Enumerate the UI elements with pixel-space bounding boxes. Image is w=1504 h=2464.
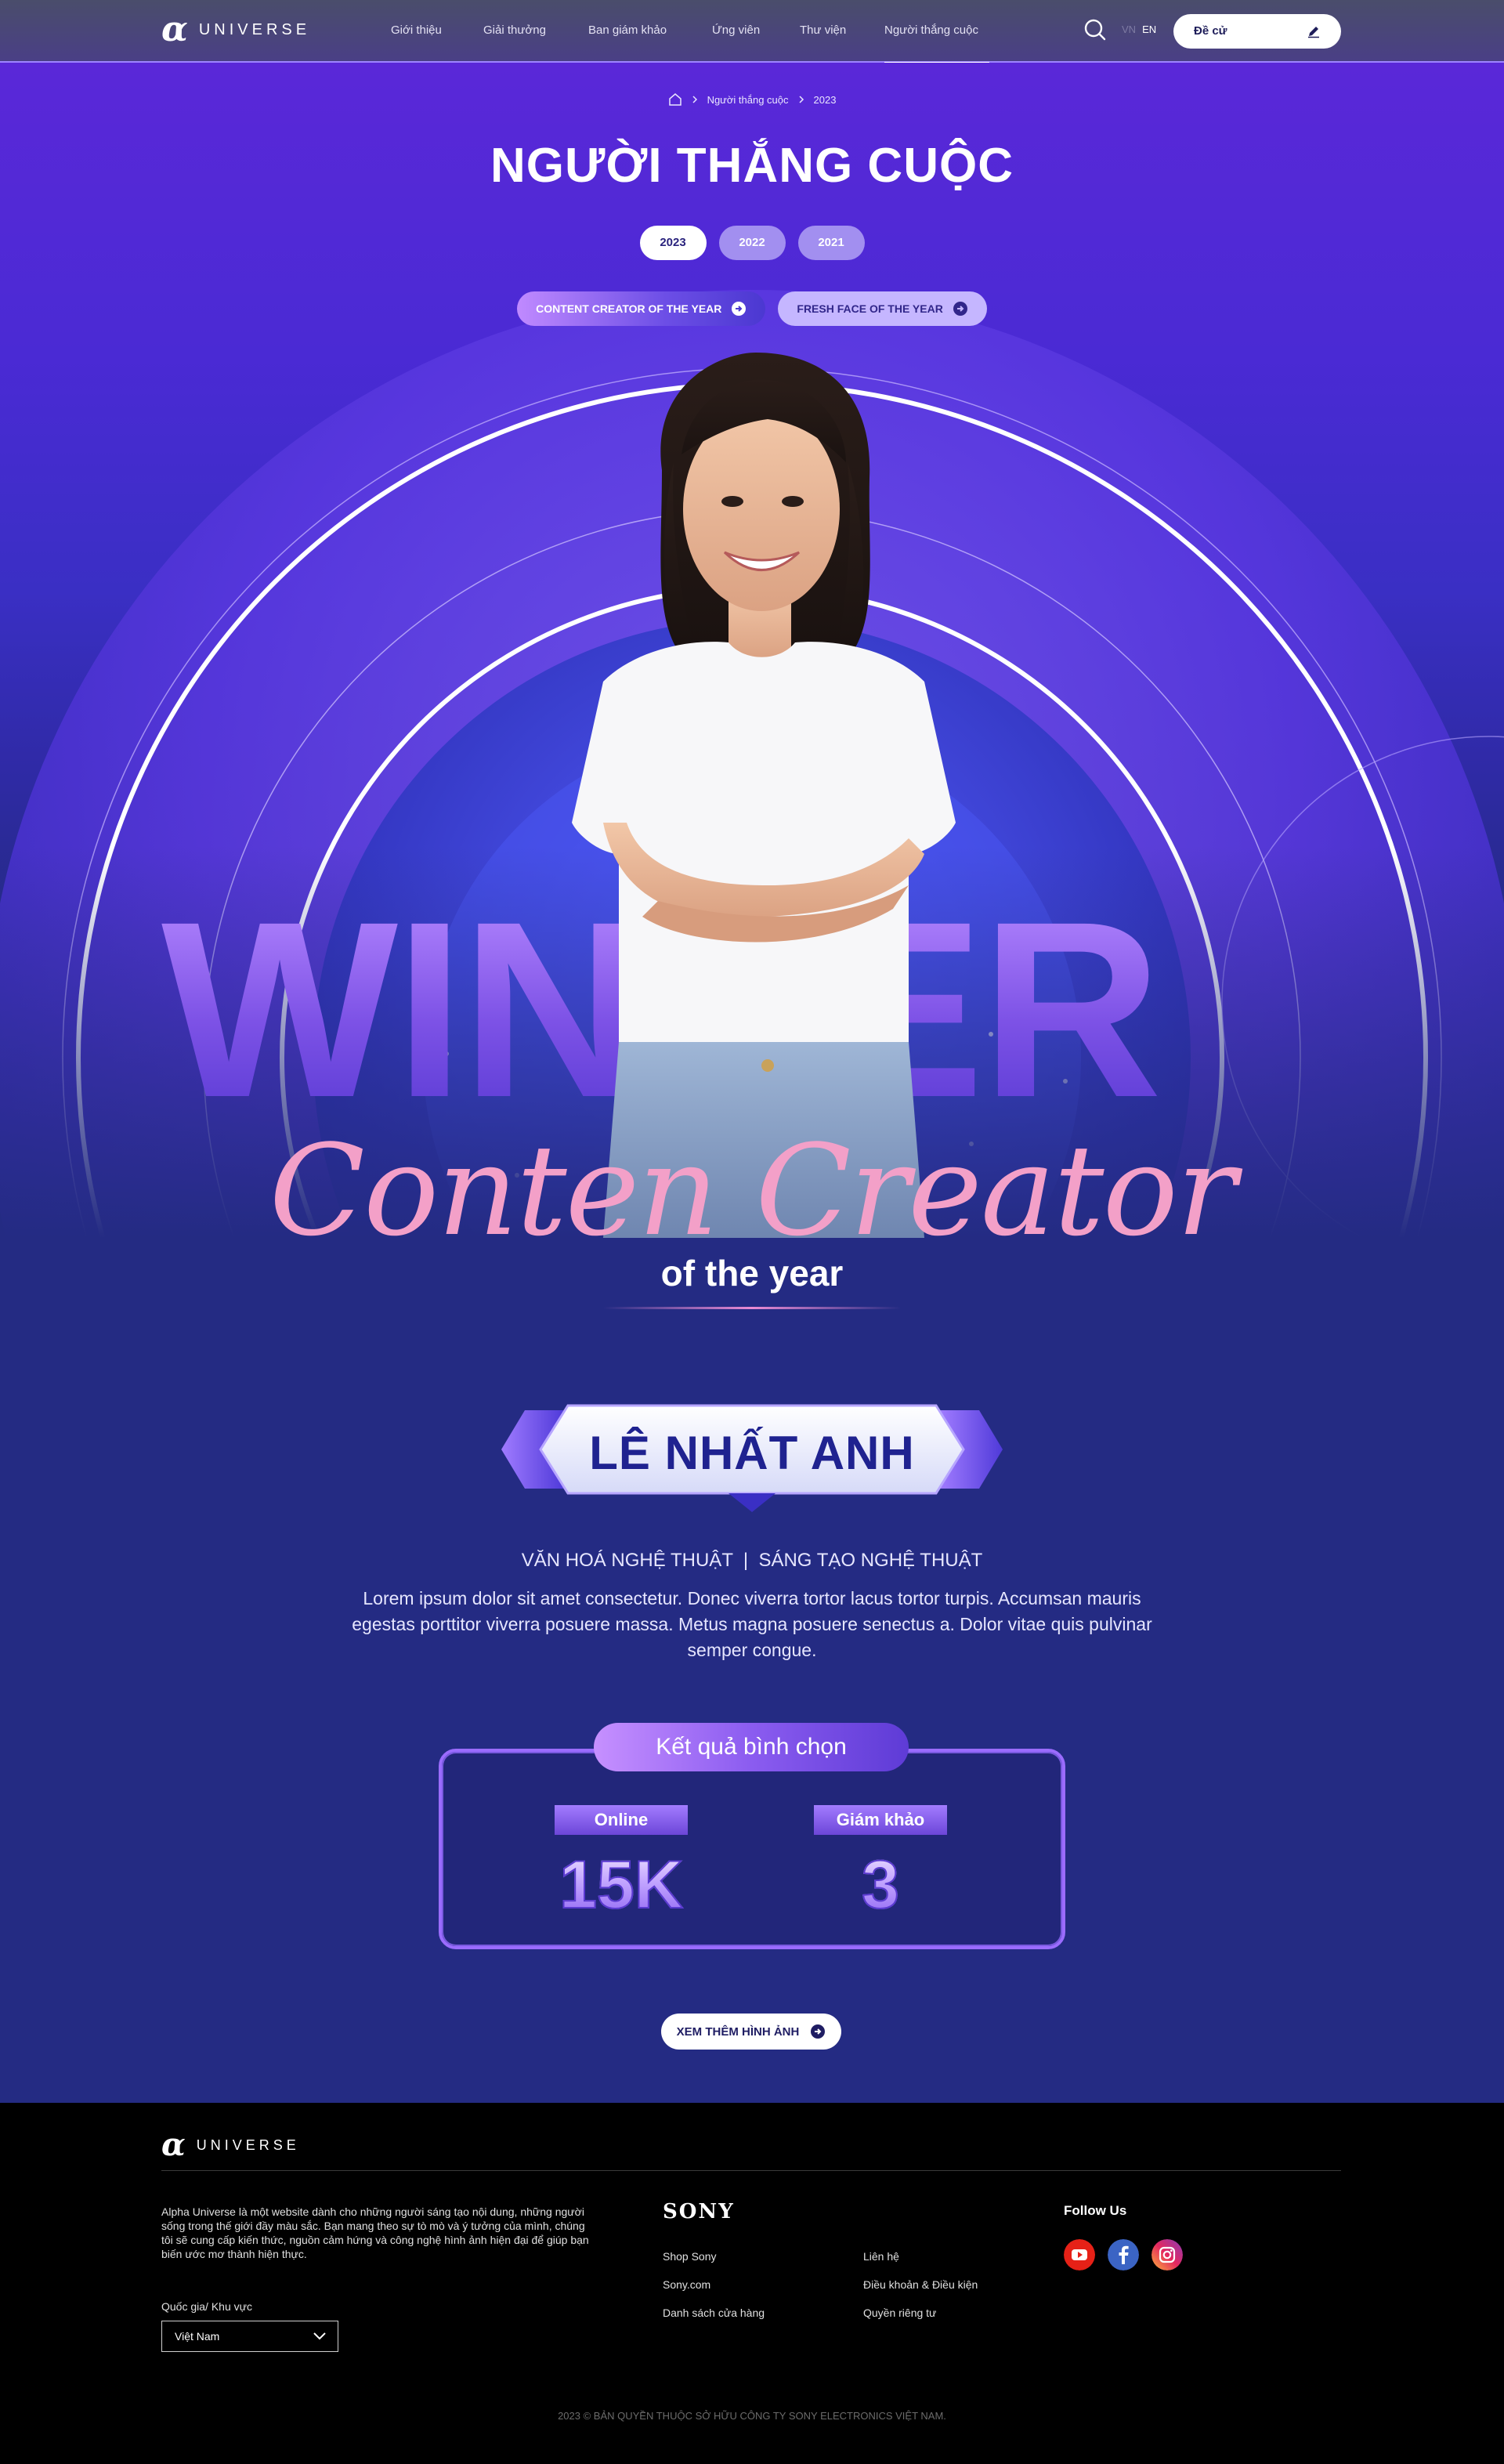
footer-links-col1: Shop Sony Sony.com Danh sách cửa hàng <box>663 2242 765 2327</box>
footer-about-text: Alpha Universe là một website dành cho n… <box>161 2205 589 2260</box>
winner-portrait <box>572 353 956 1238</box>
of-the-year-subtitle: of the year <box>660 1253 844 1294</box>
arrow-right-circle-icon <box>953 302 967 316</box>
sony-logo[interactable]: SONY <box>663 2200 735 2223</box>
footer-link-shop-sony[interactable]: Shop Sony <box>663 2242 765 2270</box>
pen-icon <box>1308 27 1319 38</box>
chevron-down-icon <box>313 2332 326 2340</box>
judges-votes-stat: Giám khảo 3 <box>814 1805 947 1924</box>
language-switcher: VN EN <box>1122 24 1156 35</box>
winner-description: Lorem ipsum dolor sit amet consectetur. … <box>352 1588 1152 1660</box>
arrow-right-circle-icon <box>732 302 747 316</box>
site-footer: α UNIVERSE Alpha Universe là một website… <box>0 2103 1504 2464</box>
footer-link-contact[interactable]: Liên hệ <box>863 2242 978 2270</box>
footer-divider <box>161 2170 1341 2171</box>
alpha-logo-icon: α <box>161 9 188 49</box>
view-more-photos-button[interactable]: XEM THÊM HÌNH ẢNH <box>661 2014 841 2050</box>
lang-en[interactable]: EN <box>1142 24 1156 35</box>
site-logo[interactable]: α UNIVERSE <box>161 9 311 49</box>
region-select[interactable]: Việt Nam <box>161 2321 338 2352</box>
nav-item-giai-thuong[interactable]: Giải thưởng <box>483 0 588 63</box>
online-votes-value: 15K <box>555 1846 688 1924</box>
nav-item-ung-vien[interactable]: Ứng viên <box>712 0 800 63</box>
vote-results-title: Kết quả bình chọn <box>594 1723 909 1771</box>
footer-link-privacy[interactable]: Quyền riêng tư <box>863 2299 978 2327</box>
category-tabs: CONTENT CREATOR OF THE YEAR FRESH FACE O… <box>0 291 1504 326</box>
instagram-icon[interactable] <box>1152 2239 1183 2270</box>
footer-link-store-list[interactable]: Danh sách cửa hàng <box>663 2299 765 2327</box>
online-votes-label: Online <box>555 1805 688 1835</box>
hero-section: Người thắng cuộc 2023 NGƯỜI THẮNG CUỘC 2… <box>0 63 1504 1238</box>
nominate-button[interactable]: Đề cử <box>1173 14 1341 49</box>
footer-link-terms[interactable]: Điều khoản & Điều kiện <box>863 2270 978 2299</box>
nominate-label: Đề cử <box>1194 24 1227 38</box>
region-value: Việt Nam <box>175 2330 220 2343</box>
chevron-right-icon <box>798 96 804 103</box>
nav-item-thu-vien[interactable]: Thư viện <box>800 0 884 63</box>
category-label: FRESH FACE OF THE YEAR <box>797 302 943 315</box>
year-tabs: 2023 2022 2021 <box>0 226 1504 260</box>
breadcrumb: Người thắng cuộc 2023 <box>0 92 1504 107</box>
footer-links-col2: Liên hệ Điều khoản & Điều kiện Quyền riê… <box>863 2242 978 2327</box>
vote-results-panel <box>439 1749 1065 1949</box>
home-icon[interactable] <box>668 92 682 107</box>
copyright-text: 2023 © BẢN QUYỀN THUỘC SỞ HỮU CÔNG TY SO… <box>558 2410 946 2422</box>
category-tab-content-creator[interactable]: CONTENT CREATOR OF THE YEAR <box>517 291 766 326</box>
judges-votes-label: Giám khảo <box>814 1805 947 1835</box>
social-links <box>1064 2239 1183 2270</box>
arrow-right-circle-icon <box>811 2024 826 2039</box>
year-tab-2021[interactable]: 2021 <box>797 226 865 260</box>
breadcrumb-item-year: 2023 <box>813 93 837 106</box>
lang-vn[interactable]: VN <box>1122 24 1136 35</box>
search-icon[interactable] <box>1083 17 1108 42</box>
nav-item-gioi-thieu[interactable]: Giới thiệu <box>391 0 483 63</box>
nav-item-nguoi-thang-cuoc[interactable]: Người thắng cuộc <box>884 0 989 64</box>
page-title: NGƯỜI THẮNG CUỘC <box>490 139 1014 193</box>
nav-item-ban-giam-khao[interactable]: Ban giám khảo <box>588 0 712 63</box>
judges-votes-value: 3 <box>814 1846 947 1924</box>
winner-fields: VĂN HOÁ NGHỆ THUẬT | SÁNG TẠO NGHỆ THUẬT <box>521 1550 983 1571</box>
script-category-title: Conten Creator <box>269 1117 1237 1239</box>
chevron-right-icon <box>692 96 697 103</box>
footer-link-sony-com[interactable]: Sony.com <box>663 2270 765 2299</box>
youtube-icon[interactable] <box>1064 2239 1095 2270</box>
main-nav: Giới thiệu Giải thưởng Ban giám khảo Ứng… <box>379 0 989 64</box>
breadcrumb-item-winners[interactable]: Người thắng cuộc <box>707 94 789 106</box>
footer-logo[interactable]: α UNIVERSE <box>161 2129 300 2161</box>
category-tab-fresh-face[interactable]: FRESH FACE OF THE YEAR <box>778 291 987 326</box>
region-label: Quốc gia/ Khu vực <box>161 2300 252 2313</box>
follow-us-heading: Follow Us <box>1064 2203 1127 2218</box>
top-navbar: α UNIVERSE Giới thiệu Giải thưởng Ban gi… <box>0 0 1504 64</box>
online-votes-stat: Online 15K <box>555 1805 688 1924</box>
decorative-underline <box>603 1307 901 1309</box>
footer-wordmark: UNIVERSE <box>196 2137 300 2153</box>
logo-wordmark: UNIVERSE <box>198 20 311 38</box>
winner-name: LÊ NHẤT ANH <box>589 1427 915 1479</box>
year-tab-2022[interactable]: 2022 <box>718 226 786 260</box>
year-tab-2023[interactable]: 2023 <box>639 226 707 260</box>
facebook-icon[interactable] <box>1108 2239 1139 2270</box>
view-more-label: XEM THÊM HÌNH ẢNH <box>676 2024 800 2039</box>
alpha-logo-icon: α <box>161 2126 186 2163</box>
category-label: CONTENT CREATOR OF THE YEAR <box>536 302 722 315</box>
